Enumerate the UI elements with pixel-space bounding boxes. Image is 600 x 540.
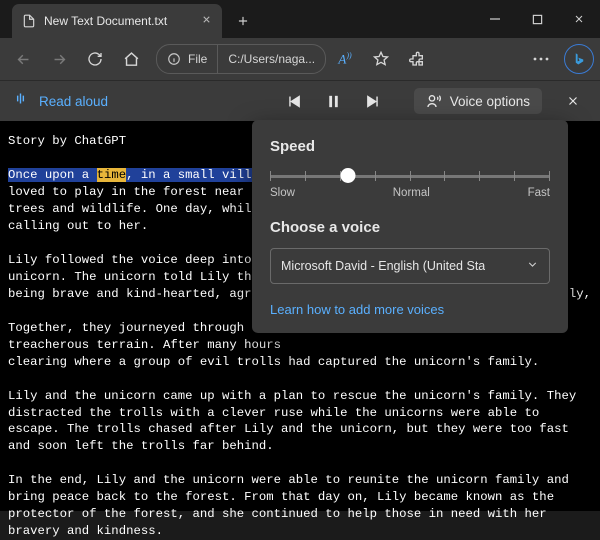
tab-title: New Text Document.txt (44, 14, 167, 28)
window-controls (474, 0, 600, 38)
read-aloud-label: Read aloud (39, 94, 108, 109)
voice-options-label: Voice options (450, 94, 530, 109)
close-tab-icon[interactable] (201, 14, 212, 28)
speed-heading: Speed (270, 138, 550, 155)
story-paragraph-4: Lily and the unicorn came up with a plan… (8, 389, 584, 454)
bing-icon (572, 52, 587, 67)
playback-controls (274, 93, 394, 110)
file-label: File (188, 52, 207, 66)
close-read-aloud-button[interactable] (556, 84, 590, 118)
forward-button[interactable] (42, 42, 76, 76)
address-file-segment[interactable]: File (156, 44, 218, 74)
file-icon (22, 14, 36, 28)
browser-toolbar: File C:/Users/naga... A)) (0, 38, 600, 80)
story-paragraph-1: loved to play in the forest near her h t… (8, 185, 288, 233)
story-paragraph-5: In the end, Lily and the unicorn were ab… (8, 473, 576, 538)
voice-options-button[interactable]: Voice options (414, 88, 542, 114)
minimize-button[interactable] (474, 0, 516, 38)
close-window-button[interactable] (558, 0, 600, 38)
previous-button[interactable] (274, 93, 314, 110)
more-button[interactable] (524, 42, 558, 76)
chevron-down-icon (526, 258, 539, 274)
pause-button[interactable] (314, 93, 354, 110)
reader-view-button[interactable]: A)) (328, 42, 362, 76)
next-button[interactable] (354, 93, 394, 110)
person-voice-icon (426, 93, 442, 109)
reading-word: time (97, 168, 127, 182)
new-tab-button[interactable] (228, 6, 258, 36)
read-aloud-bar: Read aloud Voice options (0, 80, 600, 121)
speed-slider[interactable] (270, 167, 550, 185)
choose-voice-heading: Choose a voice (270, 219, 550, 236)
voice-options-panel: Speed Slow Normal Fast Choose a voice Mi… (252, 120, 568, 333)
speed-label-slow: Slow (270, 187, 295, 199)
selected-voice-text: Microsoft David - English (United Sta (281, 259, 485, 273)
favorite-button[interactable] (364, 42, 398, 76)
story-paragraph-3b: clearing where a group of evil trolls ha… (8, 355, 539, 369)
info-icon (167, 52, 181, 66)
story-heading: Story by ChatGPT (8, 134, 126, 148)
learn-more-voices-link[interactable]: Learn how to add more voices (270, 302, 550, 317)
story-paragraph-2: Lily followed the voice deep into the un… (8, 253, 288, 301)
reading-sentence: Once upon a time, in a small village, (8, 168, 288, 182)
sound-wave-icon (12, 90, 29, 112)
address-path-segment[interactable]: C:/Users/naga... (217, 44, 326, 74)
home-button[interactable] (114, 42, 148, 76)
speed-slider-thumb[interactable] (341, 168, 356, 183)
maximize-button[interactable] (516, 0, 558, 38)
extensions-button[interactable] (400, 42, 434, 76)
story-paragraph-3a: Together, they journeyed through the f t… (8, 321, 288, 352)
bing-chat-button[interactable] (564, 44, 594, 74)
back-button[interactable] (6, 42, 40, 76)
active-tab[interactable]: New Text Document.txt (12, 4, 222, 38)
refresh-button[interactable] (78, 42, 112, 76)
speed-label-fast: Fast (528, 187, 550, 199)
titlebar: New Text Document.txt (0, 0, 600, 38)
address-path-text: C:/Users/naga... (228, 52, 315, 66)
address-bar[interactable]: File C:/Users/naga... (156, 44, 326, 74)
voice-select-dropdown[interactable]: Microsoft David - English (United Sta (270, 248, 550, 284)
speed-label-normal: Normal (393, 187, 430, 199)
